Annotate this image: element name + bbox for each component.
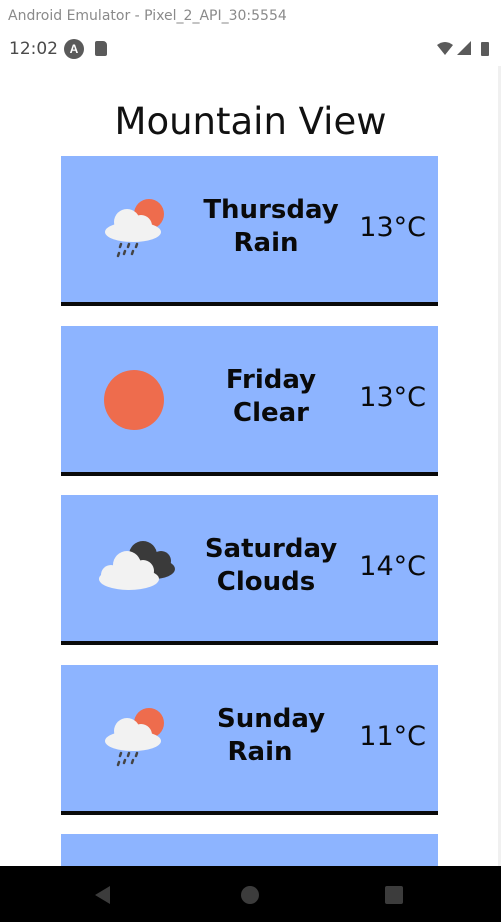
wifi-icon <box>437 42 453 55</box>
signal-icon <box>457 41 471 55</box>
navigation-bar <box>0 866 501 922</box>
emulator-window-title: Android Emulator - Pixel_2_API_30:5554 <box>0 0 501 32</box>
temperature-label: 13°C <box>359 382 426 413</box>
clouds-icon <box>99 541 175 590</box>
status-bar: 12:02 A <box>0 32 501 66</box>
forecast-text: Sunday Rain <box>186 703 356 769</box>
notification-a-icon: A <box>64 39 84 59</box>
back-button-icon[interactable] <box>92 884 114 906</box>
forecast-card-thursday[interactable]: Thursday Rain 13°C <box>61 156 438 306</box>
battery-icon <box>481 42 489 56</box>
condition-label: Rain <box>233 228 299 258</box>
forecast-text: Saturday Clouds <box>186 533 356 599</box>
condition-label: Rain <box>227 737 293 767</box>
sun-icon <box>104 370 164 430</box>
temperature-label: 14°C <box>359 551 426 582</box>
condition-label: Clouds <box>216 567 316 597</box>
status-icons <box>437 41 489 56</box>
temperature-label: 11°C <box>359 721 426 752</box>
temperature-label: 13°C <box>359 212 426 243</box>
day-label: Sunday <box>216 704 326 734</box>
condition-label: Clear <box>233 398 309 428</box>
forecast-text: Friday Clear <box>186 364 356 430</box>
day-label: Saturday <box>204 534 338 564</box>
day-label: Thursday <box>203 195 339 225</box>
rain-icon <box>105 199 164 258</box>
forecast-card-friday[interactable]: Friday Clear 13°C <box>61 326 438 476</box>
forecast-card-sunday[interactable]: Sunday Rain 11°C <box>61 665 438 815</box>
recents-button-icon[interactable] <box>383 884 405 906</box>
page-title: Mountain View <box>114 100 387 143</box>
sd-card-icon <box>95 41 107 56</box>
forecast-text: Thursday Rain <box>186 194 356 260</box>
home-button-icon[interactable] <box>239 884 261 906</box>
status-time: 12:02 <box>9 39 58 59</box>
day-label: Friday <box>225 365 317 395</box>
forecast-card-saturday[interactable]: Saturday Clouds 14°C <box>61 495 438 645</box>
